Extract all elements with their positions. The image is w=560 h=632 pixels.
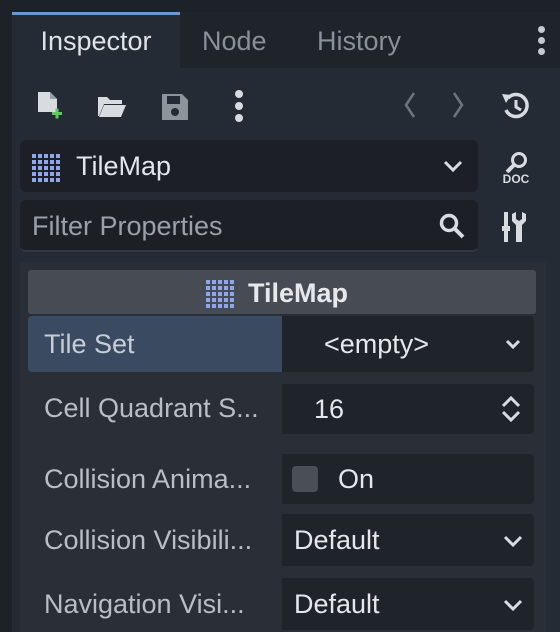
property-label: Navigation Visi... [44, 589, 245, 619]
section-title: TileMap [248, 278, 349, 308]
object-class-name: TileMap [76, 151, 172, 181]
checkbox[interactable] [292, 466, 318, 492]
doc-search-icon [505, 152, 527, 173]
tab-node[interactable]: Node [202, 12, 267, 68]
open-folder-icon[interactable] [96, 92, 128, 120]
section-header[interactable]: TileMap [28, 270, 536, 314]
chevron-down-icon [442, 156, 464, 181]
open-docs-button[interactable]: DOC [496, 148, 536, 188]
property-value: On [338, 464, 375, 494]
collision-visibility-dropdown[interactable]: Default [282, 514, 534, 566]
property-label: Cell Quadrant S... [44, 393, 259, 423]
inspector-panel: Inspector Node History TileMap DOC Filte… [12, 12, 560, 632]
dock-tab-bar: Inspector Node History [12, 12, 560, 68]
tab-history[interactable]: History [317, 12, 401, 68]
tilemap-icon [206, 280, 234, 308]
property-section: TileMap Tile Set <empty> Cell Quadrant S… [20, 262, 546, 632]
property-value: 16 [314, 394, 345, 424]
navigation-visibility-dropdown[interactable]: Default [282, 578, 534, 630]
property-label: Collision Visibili... [44, 525, 253, 555]
up-down-icon[interactable] [500, 394, 522, 429]
object-tools-icon[interactable] [500, 210, 530, 244]
tab-inspector[interactable]: Inspector [12, 12, 180, 68]
new-resource-icon[interactable] [34, 90, 64, 122]
property-row-tile-set: Tile Set [28, 316, 284, 372]
property-label: Tile Set [44, 329, 135, 359]
tile-set-dropdown[interactable]: <empty> [282, 316, 534, 372]
cell-quadrant-size-spinbox[interactable]: 16 [282, 384, 534, 434]
doc-label: DOC [502, 172, 530, 186]
property-value: Default [294, 589, 380, 619]
back-arrow-icon[interactable] [402, 90, 418, 120]
filter-properties-input[interactable]: Filter Properties [20, 200, 478, 252]
save-icon[interactable] [160, 92, 190, 122]
property-label: Collision Anima... [44, 464, 252, 494]
object-class-selector[interactable]: TileMap [20, 140, 478, 192]
filter-placeholder: Filter Properties [32, 211, 223, 241]
search-icon [438, 212, 466, 245]
tab-menu-icon[interactable] [538, 26, 546, 56]
history-icon[interactable] [500, 90, 532, 122]
collision-animatable-toggle[interactable]: On [282, 454, 534, 504]
property-value: Default [294, 525, 380, 555]
tilemap-icon [32, 154, 60, 182]
property-value: <empty> [324, 329, 430, 359]
chevron-down-icon [504, 336, 522, 357]
chevron-down-icon [502, 532, 524, 555]
more-vertical-icon[interactable] [234, 88, 244, 124]
forward-arrow-icon[interactable] [450, 90, 466, 120]
chevron-down-icon [502, 596, 524, 619]
